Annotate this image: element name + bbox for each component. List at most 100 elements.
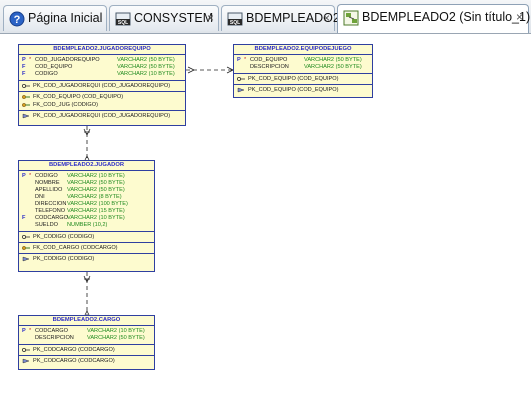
close-icon[interactable]: ×	[207, 6, 214, 31]
column-name: COD_EQUIPO	[35, 64, 73, 70]
constraint-label: PK_CODCARGO (CODCARGO)	[33, 347, 115, 353]
column-flag: P	[237, 57, 241, 63]
tab-pagina-inicial[interactable]: ? Página Inicial	[3, 5, 107, 31]
column-name: COD_JUGADOREQUIPO	[35, 57, 100, 63]
index-section: PK_COD_JUGADOREQUI (COD_JUGADOREQUIPO)	[19, 111, 185, 121]
column-type: VARCHAR2 (50 BYTE)	[304, 57, 362, 63]
svg-text:?: ?	[14, 14, 21, 26]
tab-label: Página Inicial	[28, 11, 103, 25]
column-name: DESCRIPCION	[250, 64, 289, 70]
column-type: VARCHAR2 (50 BYTE)	[87, 335, 145, 341]
column-flag: F	[22, 71, 26, 77]
pk-key-icon	[22, 348, 30, 352]
column-list: P * COD_EQUIPO VARCHAR2 (50 BYTE) DESCRIPCI…	[234, 55, 372, 74]
column-required: *	[29, 173, 32, 179]
pk-key-icon	[22, 84, 30, 88]
constraint-label: FK_COD_EQUIPO (COD_EQUIPO)	[33, 94, 124, 100]
close-icon[interactable]: ×	[323, 6, 330, 31]
column-name: APELLIDO	[35, 187, 63, 193]
foreign-key-section: FK_COD_CARGO (CODCARGO)	[19, 243, 154, 254]
constraint-item: FK_COD_JUG (CODIGO)	[19, 101, 185, 109]
column-row: P * CODCARGO VARCHAR2 (10 BYTE)	[19, 328, 154, 335]
help-icon: ?	[9, 11, 25, 27]
primary-key-section: PK_CODIGO (CODIGO)	[19, 232, 154, 243]
column-row: P * COD_EQUIPO VARCHAR2 (50 BYTE)	[234, 57, 372, 64]
tab-bdempleado2[interactable]: SQL BDEMPLEADO2 ×	[221, 5, 340, 31]
column-flag: F	[22, 64, 26, 70]
column-row: NOMBRE VARCHAR2 (50 BYTE)	[19, 180, 154, 187]
constraint-label: PK_COD_JUGADOREQUI (COD_JUGADOREQUIPO)	[33, 113, 171, 119]
entity-equipodejuego[interactable]: BDEMPLEADO2.EQUIPODEJUEGO P * COD_EQUIPO VA…	[233, 44, 373, 98]
column-name: DIRECCION	[35, 201, 67, 207]
constraint-label: PK_COD_EQUIPO (COD_EQUIPO)	[248, 76, 339, 82]
constraint-label: PK_COD_JUGADOREQUI (COD_JUGADOREQUIPO)	[33, 83, 171, 89]
column-type: VARCHAR2 (50 BYTE)	[304, 64, 362, 70]
editor-tab-bar: ? Página Inicial SQL CONSYSTEM × SQL BDE…	[0, 0, 531, 34]
column-name: CODCARGO	[35, 328, 68, 334]
column-list: P * COD_JUGADOREQUIPO VARCHAR2 (50 BYTE) F C…	[19, 55, 185, 81]
tab-label: BDEMPLEADO2 (Sin título_1)	[362, 10, 531, 24]
column-row: F CODIGO VARCHAR2 (10 BYTE)	[19, 71, 185, 78]
column-required: *	[29, 57, 32, 63]
constraint-label: PK_CODIGO (CODIGO)	[33, 256, 95, 262]
column-row: DESCRIPCION VARCHAR2 (50 BYTE)	[19, 335, 154, 342]
close-icon[interactable]: ×	[516, 5, 523, 30]
constraint-item: PK_CODCARGO (CODCARGO)	[19, 357, 154, 365]
column-row: DNI VARCHAR2 (8 BYTE)	[19, 194, 154, 201]
column-name: COD_EQUIPO	[250, 57, 288, 63]
tab-bdempleado2-sin-titulo[interactable]: BDEMPLEADO2 (Sin título_1) ×	[337, 4, 531, 33]
diagram-canvas[interactable]: BDEMPLEADO2.JUGADOREQUIPO P * COD_JUGADORE…	[0, 34, 531, 415]
column-flag: P	[22, 328, 26, 334]
column-required: *	[244, 57, 247, 63]
pk-key-icon	[237, 77, 245, 81]
entity-jugador[interactable]: BDEMPLEADO2.JUGADOR P * CODIGO VARCHAR2 (10…	[18, 160, 155, 272]
column-list: P * CODIGO VARCHAR2 (10 BYTE) NOMBRE VARCHAR…	[19, 171, 154, 232]
index-section: PK_COD_EQUIPO (COD_EQUIPO)	[234, 85, 372, 95]
constraint-item: PK_CODIGO (CODIGO)	[19, 233, 154, 241]
constraint-item: PK_CODCARGO (CODCARGO)	[19, 346, 154, 354]
index-icon	[237, 87, 245, 93]
column-name: NOMBRE	[35, 180, 60, 186]
constraint-label: PK_COD_EQUIPO (COD_EQUIPO)	[248, 87, 339, 93]
svg-text:SQL: SQL	[230, 20, 240, 26]
primary-key-section: PK_COD_JUGADOREQUI (COD_JUGADOREQUIPO)	[19, 81, 185, 92]
column-row: DESCRIPCION VARCHAR2 (50 BYTE)	[234, 64, 372, 71]
svg-text:SQL: SQL	[118, 20, 128, 26]
column-name: CODIGO	[35, 71, 58, 77]
column-type: VARCHAR2 (10 BYTE)	[117, 71, 175, 77]
column-type: VARCHAR2 (8 BYTE)	[67, 194, 122, 200]
entity-jugadorequipo[interactable]: BDEMPLEADO2.JUGADOREQUIPO P * COD_JUGADORE…	[18, 44, 186, 126]
entity-cargo[interactable]: BDEMPLEADO2.CARGO P * CODCARGO VARCHAR2 (10…	[18, 315, 155, 370]
constraint-label: PK_CODCARGO (CODCARGO)	[33, 358, 115, 364]
column-row: F COD_EQUIPO VARCHAR2 (50 BYTE)	[19, 64, 185, 71]
column-flag: P	[22, 57, 26, 63]
column-type: VARCHAR2 (10 BYTE)	[87, 328, 145, 334]
constraint-item: PK_CODIGO (CODIGO)	[19, 255, 154, 263]
constraint-item: PK_COD_EQUIPO (COD_EQUIPO)	[234, 86, 372, 94]
column-type: NUMBER (10,2)	[67, 222, 108, 228]
sql-icon: SQL	[115, 12, 131, 26]
index-icon	[22, 256, 30, 262]
column-row: SUELDO NUMBER (10,2)	[19, 222, 154, 229]
constraint-label: FK_COD_JUG (CODIGO)	[33, 102, 98, 108]
primary-key-section: PK_COD_EQUIPO (COD_EQUIPO)	[234, 74, 372, 85]
fk-key-icon	[22, 103, 30, 107]
fk-key-icon	[22, 95, 30, 99]
diagram-icon	[343, 10, 359, 26]
primary-key-section: PK_CODCARGO (CODCARGO)	[19, 345, 154, 356]
column-name: SUELDO	[35, 222, 59, 228]
column-name: CODCARGO	[35, 215, 68, 221]
index-section: PK_CODCARGO (CODCARGO)	[19, 356, 154, 366]
column-row: P * COD_JUGADOREQUIPO VARCHAR2 (50 BYTE)	[19, 57, 185, 64]
column-flag: P	[22, 173, 26, 179]
column-list: P * CODCARGO VARCHAR2 (10 BYTE) DESCRIPCION…	[19, 326, 154, 345]
column-flag: F	[22, 215, 26, 221]
tab-consystem[interactable]: SQL CONSYSTEM ×	[109, 5, 219, 31]
column-row: APELLIDO VARCHAR2 (50 BYTE)	[19, 187, 154, 194]
constraint-label: PK_CODIGO (CODIGO)	[33, 234, 95, 240]
column-type: VARCHAR2 (50 BYTE)	[117, 57, 175, 63]
column-type: VARCHAR2 (15 BYTE)	[67, 208, 125, 214]
constraint-label: FK_COD_CARGO (CODCARGO)	[33, 245, 118, 251]
entity-title: BDEMPLEADO2.EQUIPODEJUEGO	[234, 45, 372, 55]
column-type: VARCHAR2 (50 BYTE)	[67, 187, 125, 193]
